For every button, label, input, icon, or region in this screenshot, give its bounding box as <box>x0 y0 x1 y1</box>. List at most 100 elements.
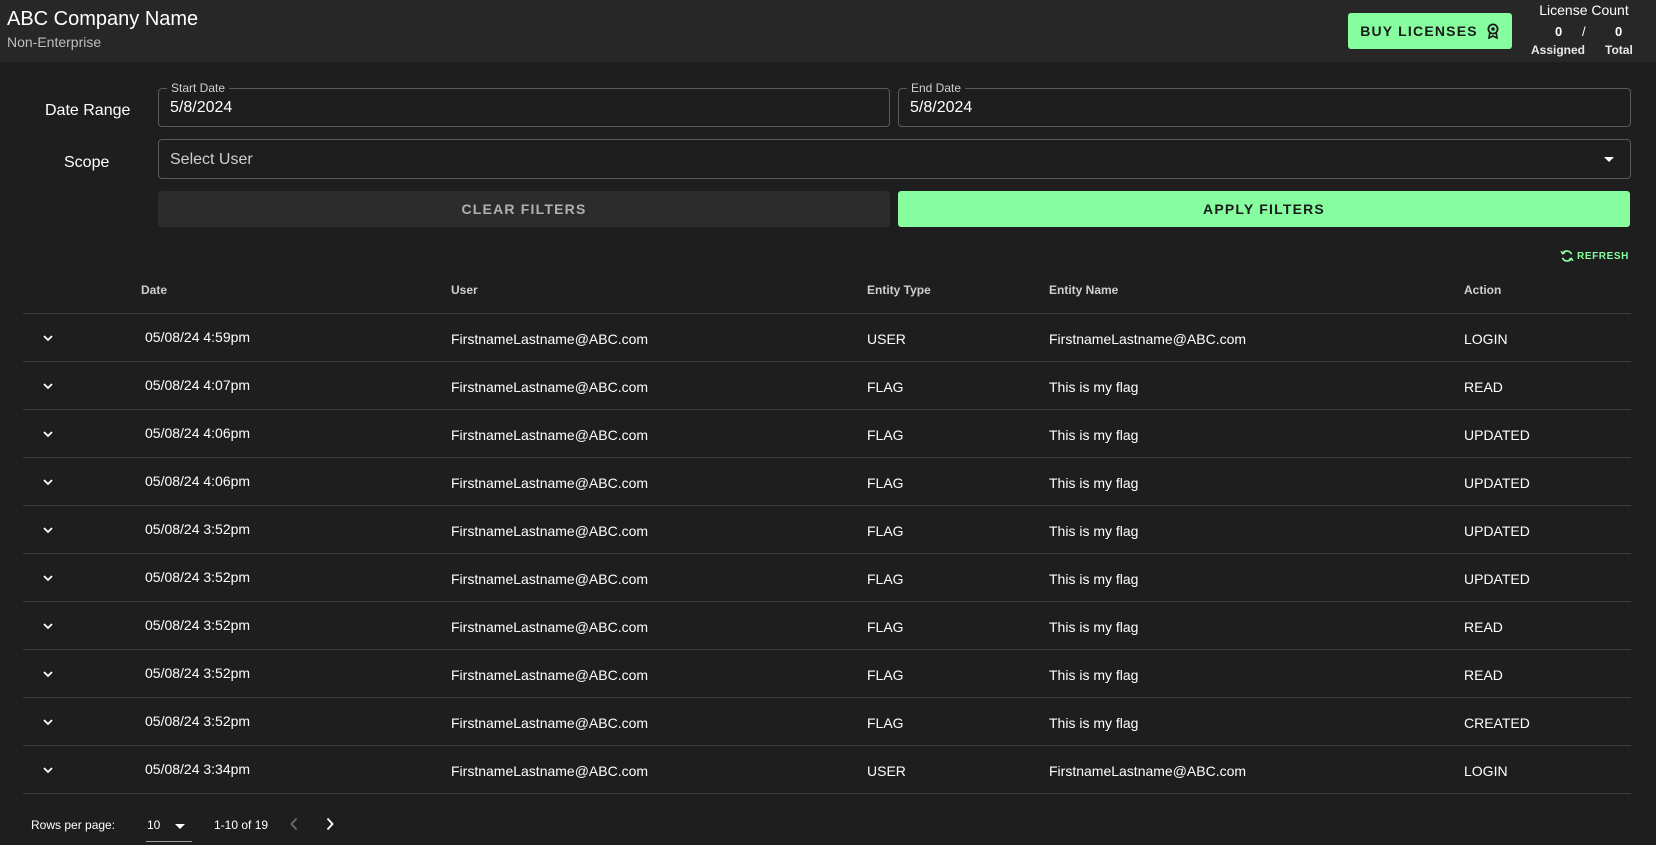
cell-user: FirstnameLastname@ABC.com <box>451 427 649 443</box>
chevron-down-icon <box>1604 157 1614 162</box>
cell-date: 05/08/24 4:06pm <box>145 473 251 489</box>
scope-select-placeholder: Select User <box>170 151 253 168</box>
column-header-date[interactable]: Date <box>141 283 167 297</box>
company-name: ABC Company Name <box>7 8 199 30</box>
chevron-down-icon <box>175 824 185 829</box>
cell-action: UPDATED <box>1464 523 1530 539</box>
cell-entity-name: This is my flag <box>1049 475 1139 491</box>
cell-action: UPDATED <box>1464 475 1530 491</box>
cell-entity-type: FLAG <box>867 379 904 395</box>
cell-action: READ <box>1464 619 1503 635</box>
refresh-button[interactable]: REFRESH <box>1560 249 1629 263</box>
cell-date: 05/08/24 4:59pm <box>145 329 251 345</box>
cell-entity-name: This is my flag <box>1049 523 1139 539</box>
cell-entity-type: FLAG <box>867 571 904 587</box>
scope-label: Scope <box>64 154 110 171</box>
end-date-value: 5/8/2024 <box>910 99 973 116</box>
cell-user: FirstnameLastname@ABC.com <box>451 763 649 779</box>
rows-per-page-value: 10 <box>147 818 161 832</box>
cell-date: 05/08/24 4:06pm <box>145 425 251 441</box>
cell-action: LOGIN <box>1464 763 1508 779</box>
table-row[interactable]: 05/08/24 3:52pm FirstnameLastname@ABC.com… <box>23 554 1631 602</box>
license-count-title: License Count <box>1539 2 1629 18</box>
scope-select[interactable]: Select User <box>158 139 1631 179</box>
table-row[interactable]: 05/08/24 3:52pm FirstnameLastname@ABC.com… <box>23 506 1631 554</box>
cell-entity-name: This is my flag <box>1049 571 1139 587</box>
cell-entity-name: This is my flag <box>1049 715 1139 731</box>
table-row[interactable]: 05/08/24 3:52pm FirstnameLastname@ABC.com… <box>23 698 1631 746</box>
start-date-field[interactable]: Start Date 5/8/2024 <box>158 81 890 127</box>
rows-per-page-label: Rows per page: <box>31 818 116 832</box>
cell-user: FirstnameLastname@ABC.com <box>451 619 649 635</box>
cell-entity-type: FLAG <box>867 523 904 539</box>
cell-date: 05/08/24 3:34pm <box>145 761 251 777</box>
table-row[interactable]: 05/08/24 4:59pm FirstnameLastname@ABC.com… <box>23 314 1631 362</box>
date-range-label: Date Range <box>45 102 131 119</box>
cell-action: CREATED <box>1464 715 1530 731</box>
apply-filters-button[interactable]: APPLY FILTERS <box>898 191 1630 227</box>
license-separator: / <box>1582 24 1586 39</box>
cell-action: READ <box>1464 667 1503 683</box>
rows-per-page-select[interactable]: 10 <box>146 812 192 842</box>
award-ribbon-icon <box>1487 23 1499 39</box>
buy-licenses-button[interactable]: BUY LICENSES <box>1348 13 1512 49</box>
cell-entity-type: USER <box>867 763 906 779</box>
chevron-right-icon <box>326 817 334 831</box>
column-header-entity-type[interactable]: Entity Type <box>867 283 931 297</box>
cell-user: FirstnameLastname@ABC.com <box>451 715 649 731</box>
refresh-icon <box>1560 250 1574 262</box>
cell-date: 05/08/24 3:52pm <box>145 665 251 681</box>
chevron-down-icon <box>43 527 53 534</box>
cell-action: LOGIN <box>1464 331 1508 347</box>
column-header-action[interactable]: Action <box>1464 283 1501 297</box>
cell-date: 05/08/24 3:52pm <box>145 569 251 585</box>
cell-entity-name: This is my flag <box>1049 379 1139 395</box>
table-row[interactable]: 05/08/24 4:06pm FirstnameLastname@ABC.com… <box>23 410 1631 458</box>
table-row[interactable]: 05/08/24 4:06pm FirstnameLastname@ABC.com… <box>23 458 1631 506</box>
cell-user: FirstnameLastname@ABC.com <box>451 523 649 539</box>
column-header-user[interactable]: User <box>451 283 478 297</box>
license-total-label: Total <box>1605 43 1633 57</box>
chevron-down-icon <box>43 767 53 774</box>
refresh-label: REFRESH <box>1577 250 1629 262</box>
cell-entity-name: This is my flag <box>1049 619 1139 635</box>
end-date-field[interactable]: End Date 5/8/2024 <box>898 81 1631 127</box>
cell-entity-type: FLAG <box>867 619 904 635</box>
pagination-range: 1-10 of 19 <box>214 818 269 832</box>
cell-entity-type: USER <box>867 331 906 347</box>
cell-date: 05/08/24 3:52pm <box>145 713 251 729</box>
cell-date: 05/08/24 3:52pm <box>145 617 251 633</box>
clear-filters-button[interactable]: CLEAR FILTERS <box>158 191 890 227</box>
chevron-down-icon <box>43 719 53 726</box>
chevron-down-icon <box>43 335 53 342</box>
cell-user: FirstnameLastname@ABC.com <box>451 667 649 683</box>
start-date-legend: Start Date <box>167 81 230 95</box>
cell-entity-name: FirstnameLastname@ABC.com <box>1049 331 1247 347</box>
chevron-down-icon <box>43 383 53 390</box>
cell-date: 05/08/24 4:07pm <box>145 377 251 393</box>
cell-action: UPDATED <box>1464 571 1530 587</box>
column-header-entity-name[interactable]: Entity Name <box>1049 283 1118 297</box>
chevron-down-icon <box>43 575 53 582</box>
cell-entity-type: FLAG <box>867 427 904 443</box>
next-page-button[interactable] <box>320 814 340 834</box>
cell-entity-name: This is my flag <box>1049 667 1139 683</box>
table-row[interactable]: 05/08/24 3:52pm FirstnameLastname@ABC.com… <box>23 650 1631 698</box>
cell-action: UPDATED <box>1464 427 1530 443</box>
table-row[interactable]: 05/08/24 3:52pm FirstnameLastname@ABC.com… <box>23 602 1631 650</box>
license-assigned-label: Assigned <box>1531 43 1586 57</box>
cell-user: FirstnameLastname@ABC.com <box>451 379 649 395</box>
chevron-down-icon <box>43 431 53 438</box>
chevron-down-icon <box>43 623 53 630</box>
previous-page-button[interactable] <box>284 814 304 834</box>
end-date-legend: End Date <box>907 81 966 95</box>
table-row[interactable]: 05/08/24 4:07pm FirstnameLastname@ABC.com… <box>23 362 1631 410</box>
table-row[interactable]: 05/08/24 3:34pm FirstnameLastname@ABC.com… <box>23 746 1631 794</box>
cell-entity-type: FLAG <box>867 715 904 731</box>
chevron-left-icon <box>290 817 298 831</box>
start-date-value: 5/8/2024 <box>170 99 233 116</box>
buy-licenses-label: BUY LICENSES <box>1360 23 1478 39</box>
cell-entity-type: FLAG <box>867 475 904 491</box>
cell-action: READ <box>1464 379 1503 395</box>
company-subtitle: Non-Enterprise <box>7 34 102 50</box>
